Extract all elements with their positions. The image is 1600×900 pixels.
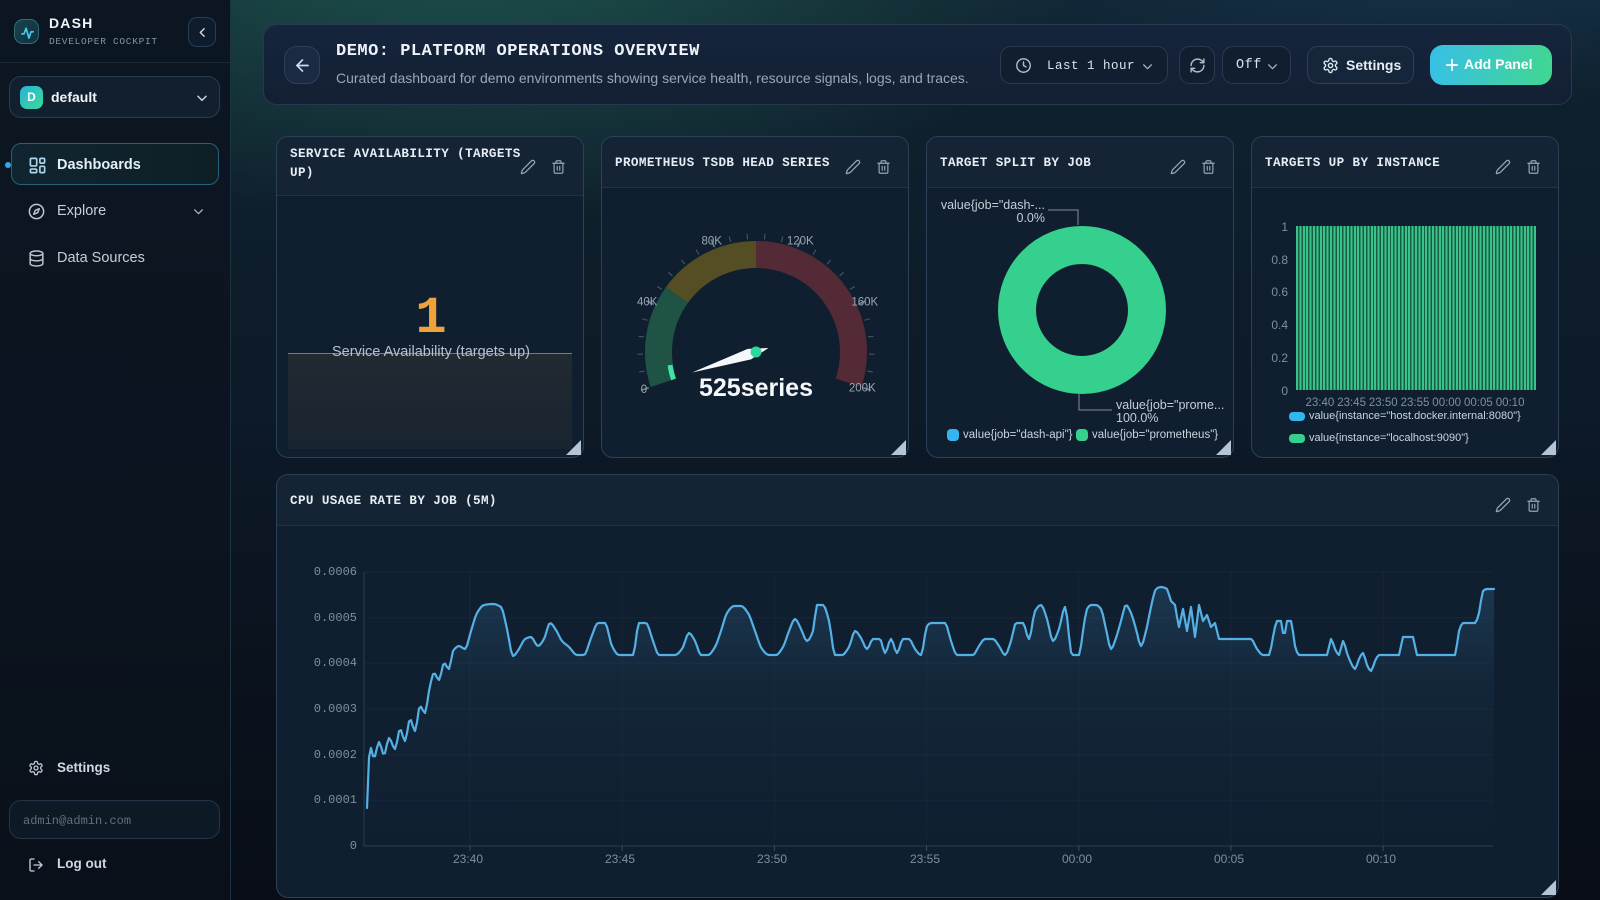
svg-text:value{job="dash-...: value{job="dash-...: [941, 198, 1045, 212]
svg-text:0: 0: [641, 384, 647, 396]
svg-text:200K: 200K: [849, 382, 876, 394]
svg-text:40K: 40K: [637, 296, 658, 308]
svg-text:80K: 80K: [701, 236, 722, 248]
svg-text:value{job="prome...: value{job="prome...: [1116, 398, 1224, 412]
svg-text:525series: 525series: [699, 374, 813, 402]
svg-text:120K: 120K: [787, 236, 814, 248]
svg-text:0.0%: 0.0%: [1017, 211, 1046, 225]
svg-text:100.0%: 100.0%: [1116, 411, 1158, 425]
svg-text:160K: 160K: [851, 296, 878, 308]
